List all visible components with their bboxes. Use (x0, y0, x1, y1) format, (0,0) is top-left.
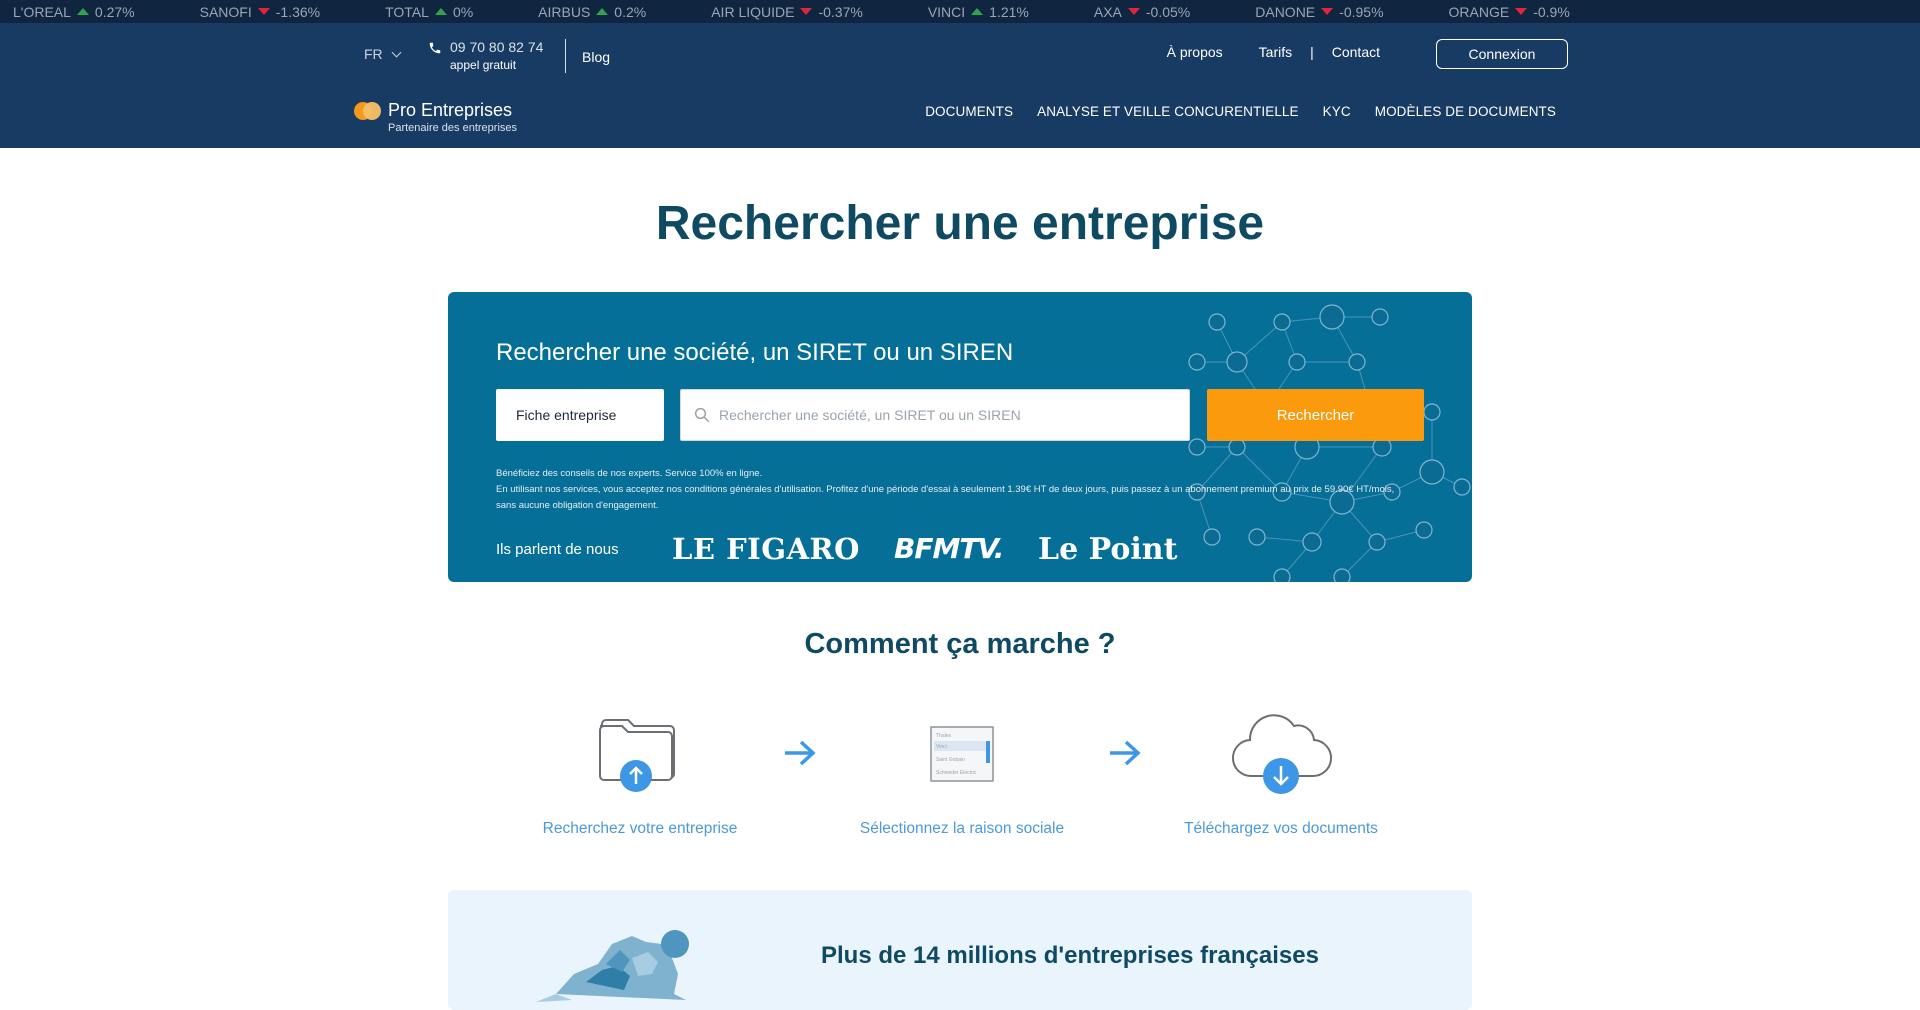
phone-number: 09 70 80 82 74 (450, 39, 544, 55)
page-title: Rechercher une entreprise (655, 197, 1265, 250)
pricing-link[interactable]: Tarifs (1259, 44, 1292, 60)
ticker-change: -0.05% (1145, 3, 1191, 20)
ticker-change: 0% (452, 3, 474, 20)
search-card: Rechercher une société, un SIRET ou un S… (448, 292, 1472, 582)
press-label: Ils parlent de nous (496, 541, 619, 558)
divider: | (1310, 44, 1314, 60)
search-card-title: Rechercher une société, un SIRET ou un S… (496, 339, 1014, 366)
nav-item-modeles[interactable]: MODÈLES DE DOCUMENTS (1375, 104, 1556, 119)
up-arrow-icon (596, 8, 609, 15)
legal-line: Bénéficiez des conseils de nos experts. … (496, 468, 763, 479)
ticker-name: SANOFI (199, 3, 252, 20)
ticker-name: AIR LIQUIDE (711, 3, 795, 20)
stock-ticker: L'OREAL 0.27% SANOFI -1.36% TOTAL 0% AIRBUS… (0, 0, 1920, 23)
list-item: Thales (936, 733, 952, 739)
france-map-illustration (536, 930, 689, 1002)
ticker-item: VINCI 1.21% (928, 4, 1029, 20)
legal-line: En utilisant nos services, vous acceptez… (496, 484, 1395, 495)
login-button[interactable]: Connexion (1436, 39, 1568, 69)
cloud-download-icon (1231, 714, 1332, 794)
le-point-logo: Le Point (1038, 532, 1178, 567)
search-icon (694, 407, 710, 423)
brand-tagline: Partenaire des entreprises (388, 122, 518, 134)
list-item: Saint Gobain (936, 757, 965, 763)
company-list-icon: Thales Vinci Saint Gobain Schneider Elec… (930, 726, 994, 782)
up-arrow-icon (434, 8, 447, 15)
down-arrow-icon (1321, 8, 1334, 15)
step-label: Sélectionnez la raison sociale (859, 820, 1065, 837)
folder-upload-icon (599, 719, 675, 792)
ticker-name: AIRBUS (538, 3, 591, 20)
ticker-item: AXA -0.05% (1094, 4, 1190, 20)
ticker-item: TOTAL 0% (385, 4, 473, 20)
legal-line: sans aucune obligation d'engagement. (496, 500, 659, 511)
le-figaro-logo: LE FIGARO (672, 532, 860, 566)
down-arrow-icon (257, 8, 270, 15)
top-links: À propos Tarifs | Contact (1131, 44, 1380, 60)
ticker-name: VINCI (927, 3, 966, 20)
ticker-change: 0.27% (94, 3, 135, 20)
ticker-change: -1.36% (275, 3, 321, 20)
main-nav: DOCUMENTS ANALYSE ET VEILLE CONCURENTIEL… (925, 104, 1556, 119)
ticker-item: L'OREAL 0.27% (13, 4, 135, 20)
language-label: FR (364, 46, 383, 62)
down-arrow-icon (1127, 8, 1140, 15)
site-header: FR 09 70 80 82 74 appel gratuit Blog À p… (0, 23, 1920, 148)
arrow-right-icon (785, 740, 816, 766)
ticker-name: DANONE (1255, 3, 1316, 20)
ticker-name: ORANGE (1448, 3, 1510, 20)
step-label: Téléchargez vos documents (1184, 820, 1378, 837)
list-item: Vinci (936, 744, 947, 750)
contact-link[interactable]: Contact (1332, 44, 1380, 60)
ticker-item: ORANGE -0.9% (1449, 4, 1570, 20)
divider (565, 39, 566, 73)
brand-logo[interactable]: Pro Entreprises Partenaire des entrepris… (354, 100, 517, 134)
ticker-item: AIRBUS 0.2% (538, 4, 646, 20)
up-arrow-icon (76, 8, 89, 15)
about-link[interactable]: À propos (1167, 44, 1223, 60)
ticker-name: TOTAL (385, 3, 429, 20)
language-selector[interactable]: FR (364, 46, 402, 62)
search-input[interactable] (719, 407, 1159, 423)
stats-card: Plus de 14 millions d'entreprises frança… (448, 890, 1472, 1010)
ticker-change: 1.21% (989, 3, 1029, 20)
step-label: Recherchez votre entreprise (542, 820, 738, 837)
ticker-item: DANONE -0.95% (1255, 4, 1383, 20)
search-field[interactable] (680, 389, 1190, 441)
ticker-item: AIR LIQUIDE -0.37% (711, 4, 863, 20)
search-type-select[interactable]: Fiche entreprise (496, 389, 664, 441)
nav-item-kyc[interactable]: KYC (1323, 104, 1351, 119)
phone-icon (429, 42, 441, 54)
down-arrow-icon (800, 8, 813, 15)
ticker-change: -0.37% (818, 3, 863, 20)
logo-icon (354, 102, 381, 120)
blog-link[interactable]: Blog (582, 49, 610, 65)
ticker-change: -0.9% (1533, 3, 1570, 20)
arrow-right-icon (1110, 740, 1141, 766)
stats-title: Plus de 14 millions d'entreprises frança… (821, 942, 1319, 969)
nav-item-analyse[interactable]: ANALYSE ET VEILLE CONCURENTIELLE (1037, 104, 1299, 119)
ticker-name: L'OREAL (13, 3, 71, 20)
bfmtv-logo: BFMTV. (894, 532, 1004, 565)
section-title: Comment ça marche ? (804, 628, 1116, 660)
phone-note: appel gratuit (450, 58, 517, 72)
down-arrow-icon (1515, 8, 1528, 15)
ticker-change: 0.2% (614, 3, 647, 20)
ticker-name: AXA (1093, 3, 1122, 20)
list-item: Schneider Electric (936, 770, 977, 776)
up-arrow-icon (971, 8, 984, 15)
ticker-item: SANOFI -1.36% (200, 4, 320, 20)
ticker-change: -0.95% (1339, 3, 1384, 20)
phone-contact[interactable]: 09 70 80 82 74 appel gratuit (428, 39, 543, 72)
search-button[interactable]: Rechercher (1207, 389, 1424, 441)
brand-name: Pro Entreprises (388, 100, 513, 120)
legal-notice: Bénéficiez des conseils de nos experts. … (496, 466, 1426, 514)
nav-item-documents[interactable]: DOCUMENTS (925, 104, 1013, 119)
chevron-down-icon (391, 47, 402, 57)
